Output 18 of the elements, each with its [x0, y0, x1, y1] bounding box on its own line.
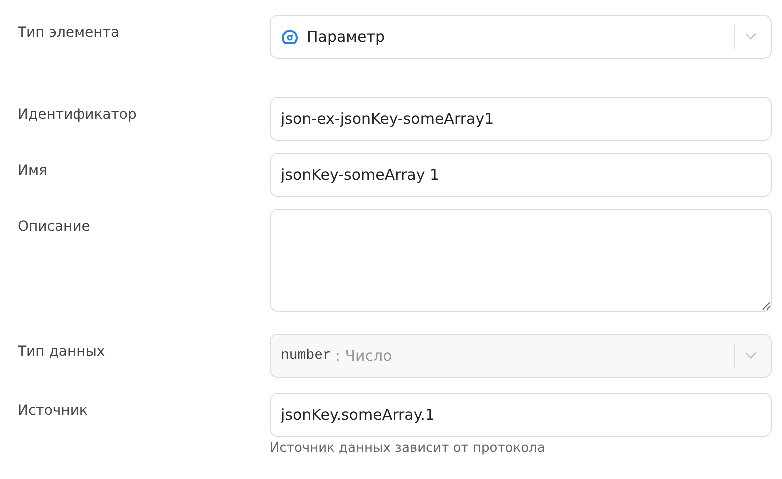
select-value: Параметр [307, 28, 385, 46]
field-label: Имя [18, 162, 48, 181]
field-label: Источник [18, 402, 89, 421]
text-field[interactable]: jsonKey.someArray.1 [270, 393, 772, 437]
select-value: : Число [335, 347, 392, 365]
field-label: Идентификатор [18, 106, 138, 125]
helper-text: Источник данных зависит от протокола [270, 441, 546, 456]
chevron-down-icon [745, 352, 757, 360]
chevron-down-icon [745, 33, 757, 41]
text-field[interactable]: jsonKey-someArray 1 [270, 153, 772, 197]
select-field[interactable]: Параметр [270, 15, 772, 59]
type-code: number [281, 348, 332, 364]
gauge-icon [281, 28, 299, 46]
description-field[interactable] [270, 209, 772, 312]
field-label: Описание [18, 218, 92, 237]
field-label: Тип элемента [18, 24, 121, 43]
text-field[interactable]: json-ex-jsonKey-someArray1 [270, 97, 772, 141]
field-label: Тип данных [18, 343, 106, 362]
